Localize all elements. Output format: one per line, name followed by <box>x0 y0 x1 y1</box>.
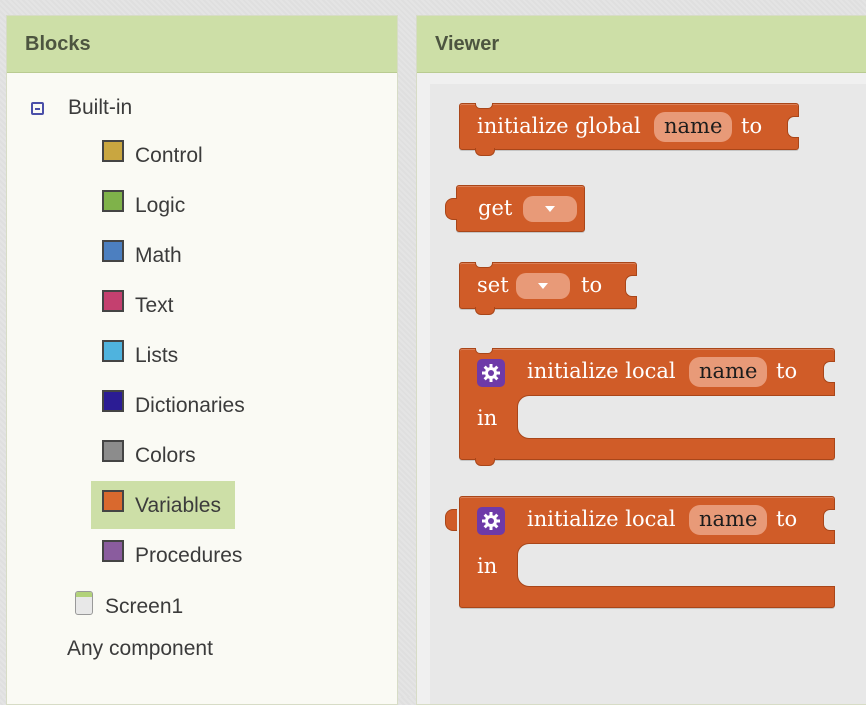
value-socket[interactable] <box>625 275 637 297</box>
category-colors[interactable]: Colors <box>91 431 235 479</box>
to-label: to <box>581 273 603 297</box>
screen-icon <box>75 591 93 615</box>
get-text: get <box>478 196 513 220</box>
category-variables[interactable]: Variables <box>91 481 235 529</box>
initialize-local-text: initialize local <box>527 507 676 531</box>
get-block[interactable]: get <box>445 185 585 232</box>
category-color-swatch <box>102 340 124 362</box>
variable-dropdown[interactable] <box>516 273 570 299</box>
category-procedures[interactable]: Procedures <box>91 531 242 579</box>
blocks-workspace[interactable]: initialize global name to get set to ini… <box>430 84 866 704</box>
initialize-local-block[interactable]: initialize local name to in <box>459 348 835 466</box>
variable-name-field[interactable]: name <box>654 112 733 142</box>
builtin-node[interactable]: Built-in <box>31 96 132 120</box>
category-label: Procedures <box>135 544 243 567</box>
blocks-panel: Blocks Built-in Control Logic Math Text List… <box>6 15 398 705</box>
in-label: in <box>477 406 498 430</box>
initialize-global-block[interactable]: initialize global name to <box>459 103 799 156</box>
statement-slot[interactable] <box>517 395 835 439</box>
category-label: Variables <box>135 494 221 517</box>
category-color-swatch <box>102 440 124 462</box>
category-color-swatch <box>102 540 124 562</box>
category-label: Control <box>135 144 203 167</box>
category-label: Colors <box>135 444 196 467</box>
builtin-label: Built-in <box>68 96 133 119</box>
category-lists[interactable]: Lists <box>91 331 235 379</box>
viewer-panel: Viewer initialize global name to get set… <box>416 15 866 705</box>
category-dictionaries[interactable]: Dictionaries <box>91 381 245 429</box>
any-component-node[interactable]: Any component <box>67 637 213 661</box>
category-label: Logic <box>135 194 186 217</box>
category-color-swatch <box>102 490 124 512</box>
category-color-swatch <box>102 140 124 162</box>
to-label: to <box>776 507 798 531</box>
variable-dropdown[interactable] <box>523 196 577 222</box>
category-math[interactable]: Math <box>91 231 235 279</box>
category-label: Text <box>135 294 174 317</box>
any-component-label: Any component <box>67 637 213 660</box>
category-label: Lists <box>135 344 179 367</box>
value-socket[interactable] <box>787 116 799 138</box>
mutator-gear-icon[interactable] <box>477 507 505 535</box>
category-color-swatch <box>102 240 124 262</box>
collapse-toggle-icon[interactable] <box>31 101 44 115</box>
category-color-swatch <box>102 390 124 412</box>
initialize-local-text: initialize local <box>527 359 676 383</box>
category-color-swatch <box>102 190 124 212</box>
statement-slot[interactable] <box>517 543 835 587</box>
category-logic[interactable]: Logic <box>91 181 235 229</box>
category-label: Math <box>135 244 182 267</box>
viewer-panel-title: Viewer <box>417 16 866 73</box>
in-label: in <box>477 554 498 578</box>
set-text: set <box>477 273 509 297</box>
screen1-label: Screen1 <box>105 595 184 618</box>
mutator-gear-icon[interactable] <box>477 359 505 387</box>
blocks-panel-title: Blocks <box>7 16 397 73</box>
initialize-local-block[interactable]: initialize local name to in <box>445 496 835 608</box>
screen1-node[interactable]: Screen1 <box>105 595 183 619</box>
initialize-global-text: initialize global <box>477 114 641 138</box>
value-socket[interactable] <box>823 509 835 531</box>
category-text[interactable]: Text <box>91 281 235 329</box>
set-block[interactable]: set to <box>459 262 637 315</box>
value-socket[interactable] <box>823 361 835 383</box>
category-color-swatch <box>102 290 124 312</box>
category-label: Dictionaries <box>135 394 245 417</box>
variable-name-field[interactable]: name <box>689 505 768 535</box>
variable-name-field[interactable]: name <box>689 357 768 387</box>
category-control[interactable]: Control <box>91 131 235 179</box>
to-label: to <box>741 114 763 138</box>
to-label: to <box>776 359 798 383</box>
